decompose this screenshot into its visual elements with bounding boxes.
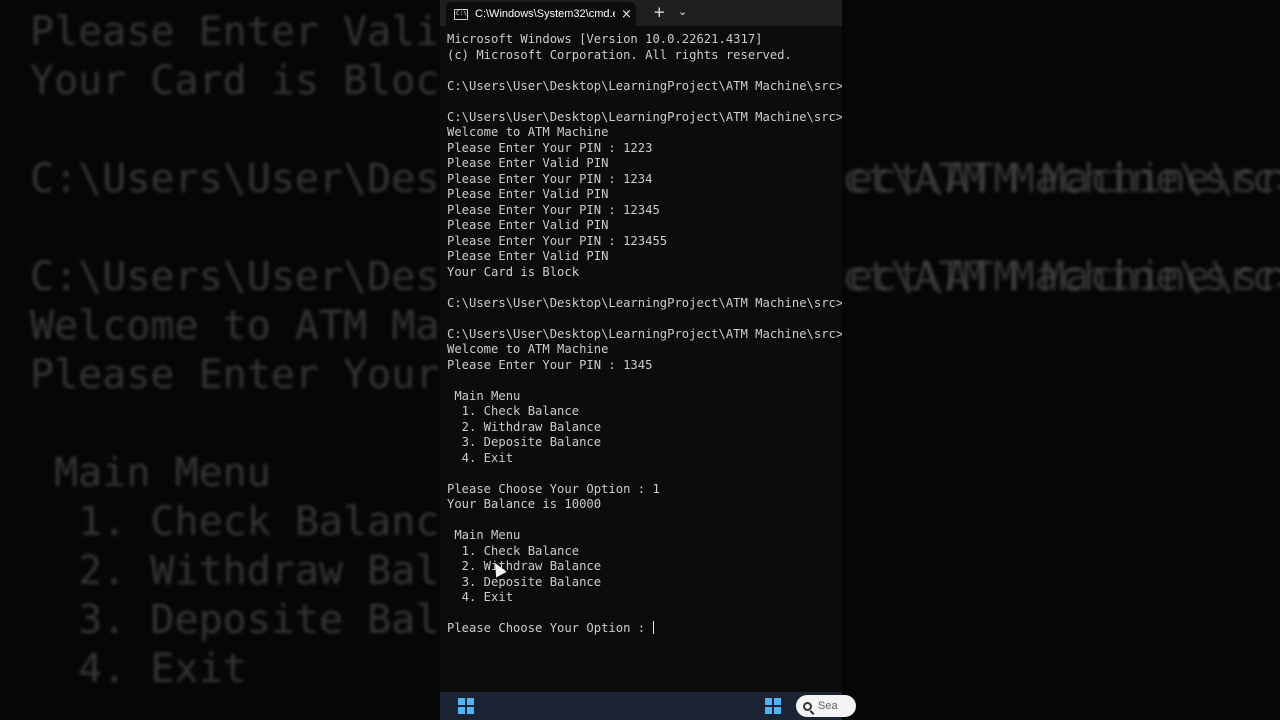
tab-title: C:\Windows\System32\cmd.e [475, 8, 615, 20]
console-line: Please Enter Your PIN : 1223 [447, 140, 653, 155]
taskbar-search[interactable]: Sea [796, 695, 856, 717]
console-line: Main Menu [447, 388, 521, 403]
console-prompt-line[interactable]: Please Choose Your Option : [447, 621, 842, 637]
cmd-icon: C:\ [454, 8, 468, 20]
console-line: C:\Users\User\Desktop\LearningProject\AT… [447, 78, 842, 93]
console-line: C:\Users\User\Desktop\LearningProject\AT… [447, 295, 842, 310]
console-line: 2. Withdraw Balance [447, 419, 602, 434]
console-line: 4. Exit [447, 450, 514, 465]
console-line: 1. Check Balance [447, 404, 580, 418]
start-tile [774, 698, 781, 705]
title-bar: C:\ C:\Windows\System32\cmd.e × + ⌄ [440, 0, 842, 26]
console-output[interactable]: Microsoft Windows [Version 10.0.22621.43… [447, 32, 842, 692]
console-line: 3. Deposite Balance [447, 574, 602, 589]
start-tile [467, 698, 474, 705]
console-line: Please Enter Your PIN : 123455 [447, 233, 668, 248]
console-line: Welcome to ATM Machine [447, 342, 609, 356]
chevron-down-icon[interactable]: ⌄ [678, 5, 687, 18]
console-line: Please Enter Your PIN : 1345 [447, 357, 653, 372]
search-icon [803, 701, 812, 711]
search-label: Sea [818, 700, 838, 712]
start-tile [774, 707, 781, 714]
console-line: Your Balance is 10000 [447, 497, 602, 511]
console-line: Please Enter Valid PIN [447, 156, 609, 170]
taskbar: Sea [440, 692, 856, 720]
console-line: Please Enter Valid PIN [447, 218, 609, 232]
tab-cmd[interactable]: C:\ C:\Windows\System32\cmd.e × [446, 2, 636, 26]
terminal-window: C:\ C:\Windows\System32\cmd.e × + ⌄ Micr… [440, 0, 842, 720]
console-line: 3. Deposite Balance [447, 435, 602, 449]
console-line: 1. Check Balance [447, 543, 580, 558]
console-line: Your Card is Block [447, 264, 580, 279]
console-line: (c) Microsoft Corporation. All rights re… [447, 47, 792, 62]
console-line: Please Enter Valid PIN [447, 249, 609, 263]
console-line: Microsoft Windows [Version 10.0.22621.43… [447, 32, 763, 46]
console-line: Please Choose Your Option : 1 [447, 481, 660, 496]
console-line: Please Enter Your PIN : 1234 [447, 171, 653, 186]
console-line: C:\Users\User\Desktop\LearningProject\AT… [447, 326, 842, 341]
start-tile [765, 707, 772, 714]
new-tab-icon[interactable]: + [653, 3, 666, 21]
console-line: Please Enter Your PIN : 12345 [447, 202, 660, 217]
start-tile [765, 698, 772, 705]
console-line: C:\Users\User\Desktop\LearningProject\AT… [447, 109, 842, 124]
console-line: Please Enter Valid PIN [447, 187, 609, 201]
close-tab-icon[interactable]: × [621, 7, 632, 22]
console-line: Main Menu [447, 528, 521, 542]
start-tile [467, 707, 474, 714]
cmd-icon-glyph: C:\ [456, 10, 467, 17]
start-windows-icon-2[interactable] [765, 698, 781, 714]
console-line: 4. Exit [447, 590, 514, 604]
console-line: Welcome to ATM Machine [447, 125, 609, 139]
console-line: 2. Withdraw Balance [447, 559, 602, 573]
start-windows-icon[interactable] [458, 698, 474, 714]
start-tile [458, 707, 465, 714]
text-cursor [653, 621, 655, 634]
start-tile [458, 698, 465, 705]
console-prompt: Please Choose Your Option : [447, 621, 653, 635]
